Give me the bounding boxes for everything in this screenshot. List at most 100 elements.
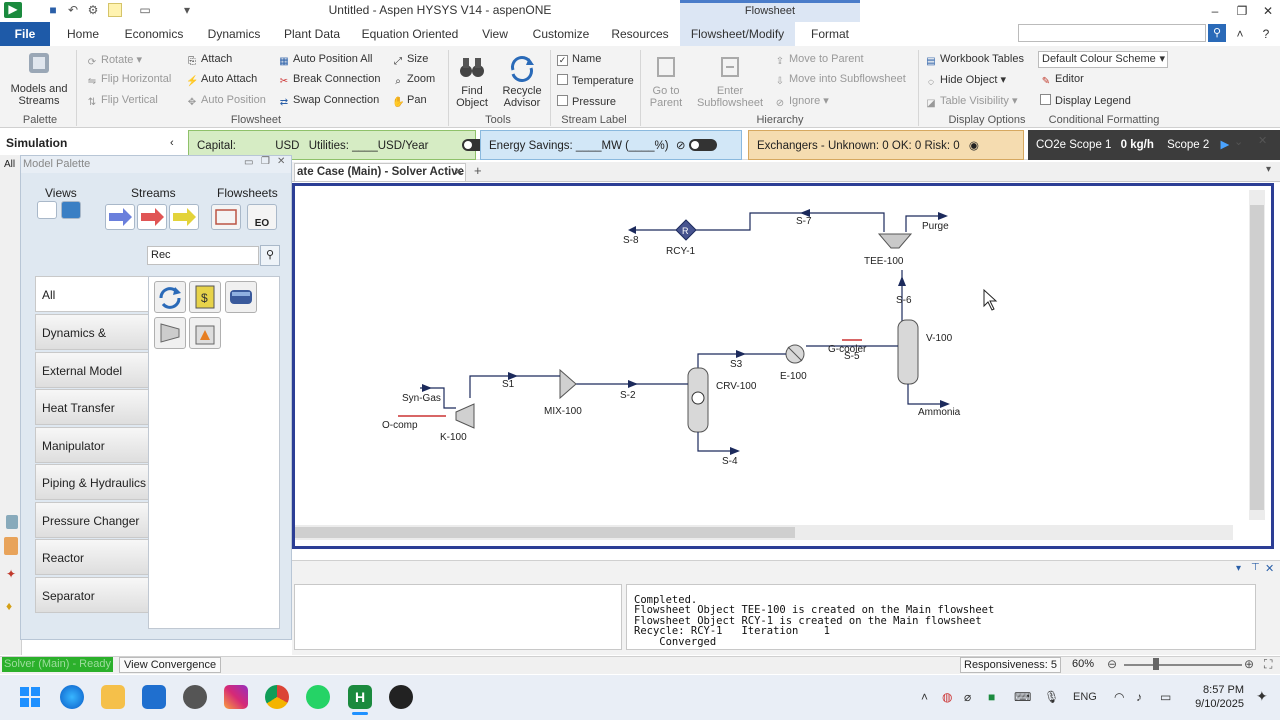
nav-all-tab[interactable]: All	[4, 159, 15, 170]
energy-kpi[interactable]: Energy Savings: ____MW (____%) ⊘	[480, 130, 742, 160]
go-to-parent-button[interactable]: Go to Parent	[646, 52, 686, 109]
instagram-icon[interactable]	[224, 685, 248, 709]
material-stream-icon[interactable]	[105, 204, 135, 230]
close-icon[interactable]: ✕	[1265, 562, 1274, 575]
language-indicator[interactable]: ENG	[1073, 691, 1097, 703]
table-visibility-button[interactable]: ◪ Table Visibility ▾	[925, 94, 1017, 110]
attach-button[interactable]: ⎘ Attach	[186, 53, 232, 68]
stream-s1-line[interactable]	[469, 375, 560, 398]
chevron-down-icon[interactable]: ⌄	[1234, 135, 1243, 148]
tray-mic-icon[interactable]: 🎙	[1044, 690, 1059, 704]
eo-subflowsheet-icon[interactable]: EO	[247, 204, 277, 230]
close-tab-icon[interactable]: ✕	[454, 165, 463, 178]
search-input[interactable]	[1018, 24, 1206, 42]
zoom-in-icon[interactable]: ⊕	[1244, 657, 1254, 671]
size-button[interactable]: ⤢ Size	[392, 53, 428, 68]
models-streams-button[interactable]: Models and Streams	[6, 50, 72, 107]
recycle-operation-icon[interactable]	[154, 281, 186, 313]
k100-icon[interactable]	[455, 403, 475, 429]
workbook-tables-button[interactable]: ▤ Workbook Tables	[925, 53, 1024, 68]
category-manipulator[interactable]: Manipulator	[35, 427, 149, 463]
fired-heater-icon[interactable]	[189, 317, 221, 349]
recycle-advisor-button[interactable]: Recycle Advisor	[498, 52, 546, 109]
wifi-icon[interactable]: ◠	[1114, 690, 1124, 704]
scroll-right-icon[interactable]: ▶	[1220, 139, 1229, 151]
category-reactor[interactable]: Reactor	[35, 539, 149, 575]
v100-icon[interactable]	[897, 319, 919, 385]
tab-flowsheet-modify[interactable]: Flowsheet/Modify	[680, 22, 795, 46]
move-into-subflowsheet-button[interactable]: ⇩ Move into Subflowsheet	[774, 73, 906, 88]
category-external-model[interactable]: External Model	[35, 352, 149, 388]
windows-start-icon[interactable]	[18, 685, 42, 709]
tray-overflow-icon[interactable]: ˄	[921, 690, 928, 704]
zoom-button[interactable]: ⌕ Zoom	[392, 73, 435, 88]
energy-stream-icon[interactable]	[137, 204, 167, 230]
volume-icon[interactable]: ♪	[1136, 690, 1142, 704]
pin-icon[interactable]: ⊤	[1251, 562, 1260, 573]
palette-search-input[interactable]: Rec	[147, 246, 259, 265]
spreadsheet-operation-icon[interactable]: $	[189, 281, 221, 313]
restore-icon[interactable]: ❐	[261, 156, 270, 167]
restore-button[interactable]: ❐	[1232, 2, 1252, 20]
category-pressure-changer[interactable]: Pressure Changer	[35, 502, 149, 538]
label-name-checkbox[interactable]: ✓ Name	[557, 53, 601, 66]
category-separator[interactable]: Separator	[35, 577, 149, 613]
tab-economics[interactable]: Economics	[122, 22, 186, 46]
label-pressure-checkbox[interactable]: Pressure	[557, 95, 616, 108]
editor-button[interactable]: ✎ Editor	[1040, 73, 1084, 88]
close-icon[interactable]: ✕	[1258, 134, 1267, 147]
tab-file[interactable]: File	[0, 22, 50, 46]
utility-stream-icon[interactable]	[169, 204, 199, 230]
category-piping-hydraulics[interactable]: Piping & Hydraulics	[35, 464, 149, 500]
category-all[interactable]: All	[35, 276, 149, 312]
responsiveness-button[interactable]: Responsiveness: 5	[960, 657, 1061, 673]
notifications-icon[interactable]: ✦	[1256, 688, 1268, 705]
energy-toggle[interactable]	[688, 139, 717, 151]
store-icon[interactable]	[142, 685, 166, 709]
tab-view[interactable]: View	[478, 22, 512, 46]
swap-connection-button[interactable]: ⇄ Swap Connection	[278, 94, 379, 109]
close-icon[interactable]: ✕	[277, 156, 285, 167]
chrome-icon[interactable]	[265, 685, 289, 709]
tab-customize[interactable]: Customize	[530, 22, 592, 46]
clock-time[interactable]: 8:57 PM	[1196, 684, 1244, 696]
hide-object-button[interactable]: ◌ Hide Object ▾	[925, 73, 1006, 89]
collapse-ribbon-icon[interactable]: ˄	[1230, 25, 1250, 43]
yahoo-icon[interactable]	[183, 685, 207, 709]
minimize-button[interactable]: –	[1205, 2, 1225, 20]
zoom-slider[interactable]	[1124, 664, 1242, 666]
add-tab-icon[interactable]: +	[474, 163, 482, 178]
fit-view-icon[interactable]: ⛶	[1264, 657, 1272, 672]
clock-date[interactable]: 9/10/2025	[1190, 698, 1244, 710]
whatsapp-icon[interactable]	[306, 685, 330, 709]
mix100-icon[interactable]	[559, 368, 577, 400]
tab-plant-data[interactable]: Plant Data	[282, 22, 342, 46]
reactor-vessel-icon[interactable]	[225, 281, 257, 313]
edge-browser-icon[interactable]	[60, 685, 84, 709]
auto-position-button[interactable]: ✥ Auto Position	[186, 94, 266, 109]
collapse-left-icon[interactable]: ‹	[170, 137, 174, 149]
view-convergence-button[interactable]: View Convergence	[119, 657, 222, 673]
file-explorer-icon[interactable]	[101, 685, 125, 709]
rotate-button[interactable]: ⟳ Rotate ▾	[86, 53, 142, 69]
flowsheet-diagram[interactable]: S-8 R RCY-1 S-7 Purge TEE-100 S-6 V-100 …	[295, 186, 1247, 524]
close-button[interactable]: ✕	[1258, 2, 1278, 20]
trace-object-list[interactable]	[294, 584, 622, 650]
help-icon[interactable]: ?	[1256, 25, 1276, 43]
energy-icon[interactable]	[4, 537, 18, 555]
vertical-scroll-thumb[interactable]	[1250, 205, 1264, 510]
label-temperature-checkbox[interactable]: Temperature	[557, 74, 634, 87]
stream-s7-line[interactable]	[696, 212, 885, 232]
tray-nvidia-icon[interactable]: ■	[988, 690, 995, 704]
search-icon[interactable]: ⚲	[260, 245, 280, 266]
minimize-icon[interactable]: ▭	[244, 157, 253, 168]
battery-icon[interactable]: ▭	[1160, 690, 1171, 704]
exchangers-kpi[interactable]: Exchangers - Unknown: 0 OK: 0 Risk: 0 ◉	[748, 130, 1024, 160]
ignore-button[interactable]: ⊘ Ignore ▾	[774, 94, 829, 110]
auto-attach-button[interactable]: ⚡ Auto Attach	[186, 73, 257, 88]
search-icon[interactable]: ⚲	[1208, 24, 1226, 42]
auto-position-all-button[interactable]: ▦ Auto Position All	[278, 53, 372, 68]
find-object-button[interactable]: Find Object	[452, 52, 492, 109]
pan-button[interactable]: ✋ Pan	[392, 94, 427, 109]
break-connection-button[interactable]: ✂ Break Connection	[278, 73, 381, 88]
